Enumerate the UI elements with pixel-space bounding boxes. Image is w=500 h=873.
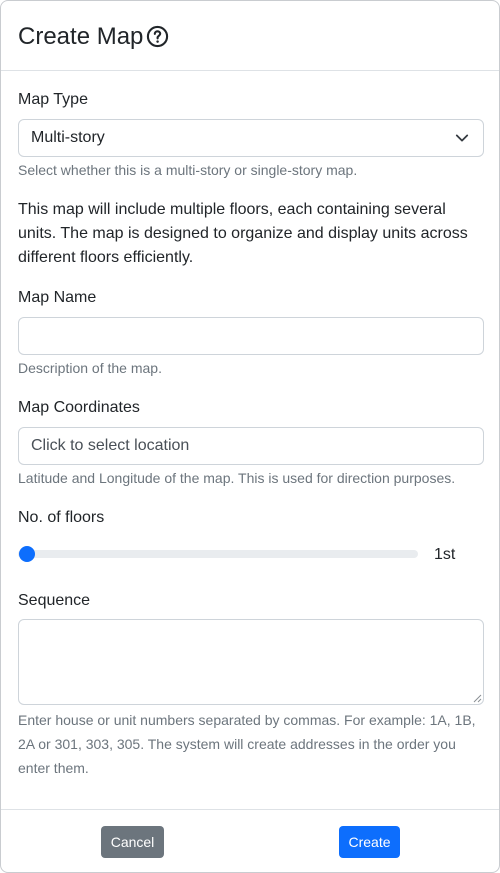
map-type-select[interactable]: Multi-story (18, 119, 484, 157)
floors-slider-track[interactable] (18, 550, 418, 558)
map-name-field-wrapper (18, 317, 484, 355)
map-type-hint: Select whether this is a multi-story or … (18, 162, 358, 178)
map-type-description: This map will include multiple floors, e… (18, 201, 468, 266)
question-circle-icon[interactable] (146, 25, 169, 48)
create-map-modal: Create Map Map Type Multi-story Select w… (0, 0, 500, 873)
map-coordinates-input[interactable] (31, 428, 471, 464)
sequence-hint: Enter house or unit numbers separated by… (18, 712, 476, 776)
map-type-selected-value: Multi-story (31, 129, 105, 146)
modal-title: Create Map (18, 23, 144, 50)
sequence-label: Sequence (18, 592, 91, 609)
floors-label: No. of floors (18, 509, 105, 526)
map-name-input[interactable] (31, 318, 471, 354)
floors-slider-value: 1st (434, 546, 456, 563)
map-type-label: Map Type (18, 91, 88, 108)
chevron-down-icon (455, 134, 469, 142)
cancel-button[interactable]: Cancel (101, 826, 164, 858)
resize-grip-icon[interactable] (473, 694, 482, 703)
map-coordinates-label: Map Coordinates (18, 399, 140, 416)
sequence-textarea[interactable] (18, 619, 484, 705)
floors-slider-thumb[interactable] (19, 546, 35, 562)
map-coordinates-hint: Latitude and Longitude of the map. This … (18, 470, 456, 486)
map-name-label: Map Name (18, 289, 97, 306)
modal-header: Create Map (1, 1, 499, 71)
create-button[interactable]: Create (339, 826, 400, 858)
map-coordinates-field-wrapper (18, 427, 484, 465)
modal-footer (1, 809, 499, 872)
map-name-hint: Description of the map. (18, 360, 162, 376)
